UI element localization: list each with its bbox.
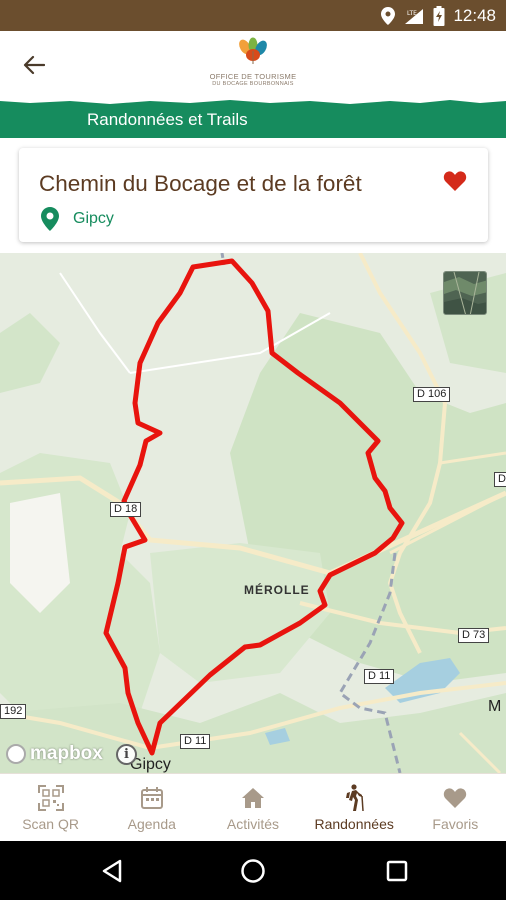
system-home-button[interactable] [236, 854, 270, 888]
road-label-d11-west: D 11 [180, 734, 211, 749]
status-time: 12:48 [453, 5, 496, 25]
back-triangle-icon [102, 859, 122, 883]
logo-line2: DU BOCAGE BOURBONNAIS [212, 81, 294, 87]
heart-icon [443, 171, 467, 191]
arrow-left-icon [23, 55, 45, 75]
tourism-office-logo: OFFICE DE TOURISME DU BOCAGE BOURBONNAIS [205, 37, 301, 97]
road-label-d-edge: D [494, 472, 506, 487]
map-info-button[interactable]: i [116, 744, 137, 765]
calendar-icon [138, 784, 166, 812]
nav-label-favoris: Favoris [432, 816, 479, 832]
town-label-m-edge: M [488, 698, 502, 715]
map-base-layer [0, 253, 506, 773]
trail-card: Chemin du Bocage et de la forêt Gipcy [19, 148, 488, 242]
road-label-d18: D 18 [110, 502, 142, 517]
banner-brush-edge [0, 99, 506, 104]
nav-item-activites[interactable]: Activités [202, 774, 303, 842]
home-icon [239, 784, 267, 812]
status-bar: LTE 12:48 [0, 0, 506, 31]
nav-item-favoris[interactable]: Favoris [405, 774, 506, 842]
nav-label-randonnees: Randonnées [314, 816, 394, 832]
trail-title: Chemin du Bocage et de la forêt [39, 171, 362, 196]
nav-item-scan-qr[interactable]: Scan QR [0, 774, 101, 842]
back-button[interactable] [14, 47, 54, 83]
nav-label-scan-qr: Scan QR [22, 816, 79, 832]
system-recents-button[interactable] [380, 854, 414, 888]
system-back-button[interactable] [95, 854, 129, 888]
app-header: OFFICE DE TOURISME DU BOCAGE BOURBONNAIS [0, 31, 506, 99]
qr-code-icon [37, 784, 65, 812]
nav-label-agenda: Agenda [127, 816, 176, 832]
satellite-layer-icon [444, 272, 486, 314]
recents-square-icon [386, 860, 408, 882]
banner-title: Randonnées et Trails [87, 110, 248, 129]
town-label-merolle: MÉROLLE [244, 583, 310, 597]
mapbox-text: mapbox [30, 743, 103, 764]
hiker-icon [340, 784, 368, 812]
location-name: Gipcy [73, 210, 114, 227]
logo-line1: OFFICE DE TOURISME [209, 72, 297, 81]
mapbox-attribution[interactable]: mapbox [6, 743, 103, 765]
favorite-button[interactable] [443, 170, 467, 192]
satellite-toggle-button[interactable] [443, 271, 487, 315]
signal-icon: LTE [403, 7, 425, 25]
road-label-192: 192 [0, 704, 27, 719]
road-label-d106: D 106 [413, 387, 451, 402]
location-row: Gipcy [41, 207, 114, 231]
leaves-logo-icon [239, 37, 267, 64]
battery-icon [433, 5, 445, 26]
location-icon [381, 6, 396, 25]
heart-icon [441, 784, 469, 812]
mapbox-logo-icon [6, 744, 26, 764]
home-circle-icon [241, 859, 265, 883]
system-navigation-bar [0, 841, 506, 900]
road-label-d73: D 73 [458, 628, 490, 643]
nav-item-randonnees[interactable]: Randonnées [304, 774, 405, 842]
trail-map[interactable]: D 106 D 18 D 73 D 11 D 11 192 D MÉROLLE … [0, 253, 506, 773]
bottom-navigation: Scan QR Agenda Activités Randonnées Favo… [0, 773, 506, 841]
map-pin-icon [41, 207, 59, 231]
network-label: LTE [407, 10, 417, 17]
road-label-d11-east: D 11 [364, 669, 395, 684]
nav-item-agenda[interactable]: Agenda [101, 774, 202, 842]
nav-label-activites: Activités [226, 816, 280, 832]
status-icons: LTE 12:48 [381, 0, 496, 31]
